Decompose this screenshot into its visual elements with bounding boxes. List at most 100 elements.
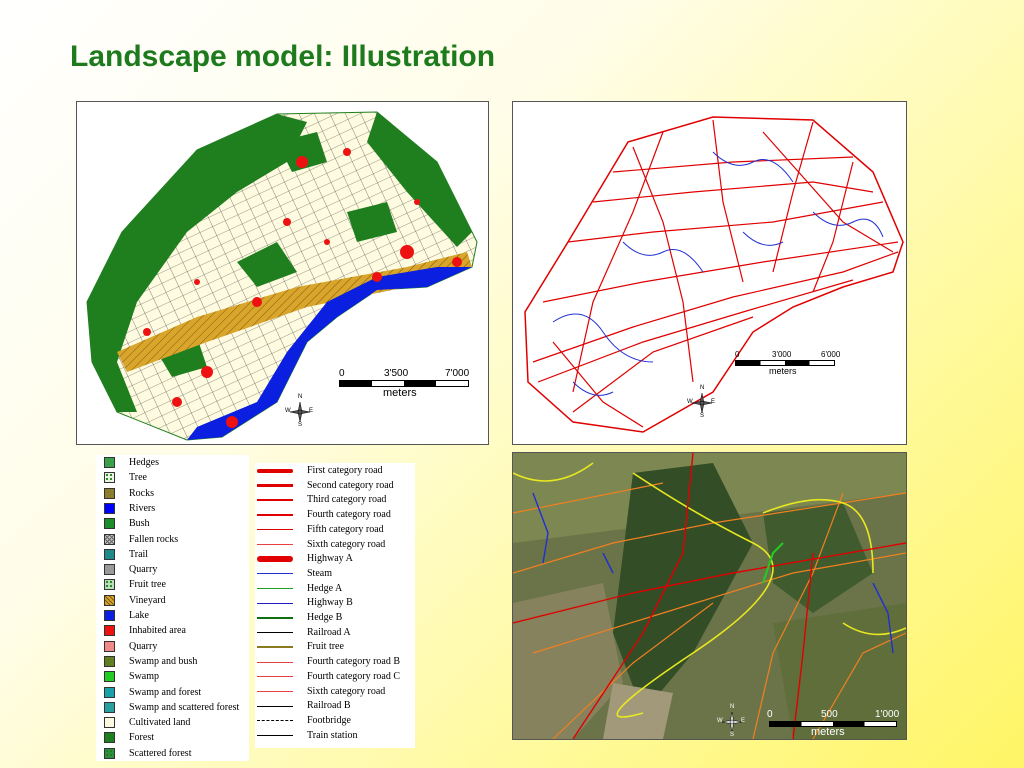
legend-label: Hedge B <box>307 612 343 623</box>
scale-tick: 1'000 <box>875 709 900 720</box>
legend-label: Steam <box>307 567 332 579</box>
legend-label: Swamp and bush <box>129 655 198 667</box>
legend-line-symbol <box>257 632 293 634</box>
scale-tick: 0 <box>735 350 740 359</box>
legend-label: Rivers <box>129 502 156 514</box>
scale-tick: 0 <box>339 368 345 379</box>
legend-label: Highway A <box>307 553 353 565</box>
aerial-scale-bar: 0 500 1'000 meters <box>765 709 905 739</box>
scale-unit: meters <box>811 726 845 738</box>
legend-label: Cultivated land <box>129 717 191 729</box>
legend-line-symbol <box>257 735 293 737</box>
roads-scale-bar: 0 3'000 6'000 meters <box>735 350 845 380</box>
aerial-map-graphic <box>513 453 906 739</box>
legend-label: Third category road <box>307 494 387 506</box>
legend-swatch <box>104 548 115 560</box>
legend-line-symbol <box>257 556 293 563</box>
legend-line-symbol <box>257 484 293 488</box>
legend-swatch <box>104 564 115 576</box>
legend-swatch <box>104 518 115 530</box>
legend-label: Fourth category road <box>307 509 391 521</box>
legend-swatch <box>104 640 115 652</box>
aerial-map: N S E W 0 500 1'000 meters <box>512 452 907 740</box>
legend-line-symbol <box>257 544 293 545</box>
legend-label: Tree <box>129 472 147 484</box>
legend-swatch <box>104 579 115 591</box>
legend-label: Sixth category road <box>307 538 386 550</box>
scale-tick: 6'000 <box>821 350 841 359</box>
legend-label: Hedge A <box>307 582 343 594</box>
legend-label: Fallen rocks <box>129 533 179 545</box>
legend-label: Sixth category road <box>307 685 386 697</box>
legend-line-symbol <box>257 529 293 531</box>
legend-swatch <box>104 472 115 484</box>
scale-unit: meters <box>383 387 417 399</box>
legend-line-symbol <box>257 499 293 502</box>
legend-line-symbol <box>257 573 293 575</box>
roads-legend: First category road Second category road T… <box>255 463 415 748</box>
legend-line-symbol <box>257 514 293 517</box>
legend-swatch <box>104 610 115 621</box>
legend-swatch <box>104 594 115 606</box>
legend-label: Fruit tree <box>307 641 344 653</box>
legend-label: Swamp and scattered forest <box>129 701 240 713</box>
legend-label: Swamp and forest <box>129 686 202 698</box>
legend-label: Hedges <box>129 457 159 468</box>
scale-unit: meters <box>769 366 797 376</box>
legend-swatch <box>104 457 115 468</box>
legend-label: Bush <box>129 518 150 530</box>
legend-line-symbol <box>257 661 293 663</box>
legend-swatch <box>104 625 115 637</box>
legend-label: Rocks <box>129 487 154 499</box>
legend-label: Fourth category road B <box>307 656 401 668</box>
legend-swatch <box>104 487 115 499</box>
legend-line-symbol <box>257 705 293 707</box>
legend-label: Railroad A <box>307 626 351 638</box>
legend-line-symbol <box>257 602 293 604</box>
legend-label: Quarry <box>129 564 158 576</box>
legend-label: Trail <box>129 548 149 560</box>
legend-line-symbol <box>257 720 293 722</box>
legend-label: Swamp <box>129 671 159 683</box>
compass-rose-icon: N S E W <box>285 394 314 428</box>
legend-line-symbol <box>257 617 293 619</box>
legend-swatch <box>104 533 115 545</box>
landuse-legend: Hedges Tree Rocks Rivers Bush Fallen rocks Tra… <box>96 455 249 761</box>
scale-tick: 3'000 <box>772 350 792 359</box>
legend-swatch <box>104 701 115 713</box>
page-title: Landscape model: Illustration <box>70 40 496 73</box>
legend-line-symbol <box>257 676 293 678</box>
legend-swatch <box>104 686 115 698</box>
legend-label: Railroad B <box>307 700 351 712</box>
legend-label: Scattered forest <box>129 747 192 759</box>
legend-label: Fruit tree <box>129 579 166 591</box>
legend-label: Footbridge <box>307 714 351 726</box>
legend-label: First category road <box>307 465 383 476</box>
scale-tick: 3'500 <box>384 368 409 379</box>
legend-line-symbol <box>257 646 293 649</box>
scale-tick: 7'000 <box>445 368 470 379</box>
compass-rose-icon: N S E W <box>687 385 716 419</box>
legend-swatch <box>104 717 115 729</box>
legend-label: Highway B <box>307 597 353 609</box>
roads-map: 0 3'000 6'000 meters N S E W <box>512 101 907 445</box>
legend-label: Second category road <box>307 479 394 491</box>
legend-label: Fifth category road <box>307 523 384 535</box>
scale-tick: 0 <box>767 709 773 720</box>
landuse-scale-bar: 0 3'500 7'000 meters <box>339 368 475 402</box>
compass-rose-icon: N S E W <box>717 704 746 738</box>
legend-label: Fourth category road C <box>307 670 401 682</box>
legend-label: Inhabited area <box>129 625 186 637</box>
legend-label: Train station <box>307 729 358 741</box>
legend-swatch <box>104 655 115 667</box>
legend-label: Forest <box>129 732 154 744</box>
legend-label: Lake <box>129 610 149 621</box>
legend-swatch <box>104 747 115 759</box>
scale-tick: 500 <box>821 709 838 720</box>
legend-swatch <box>104 502 115 514</box>
legend-swatch <box>104 732 115 744</box>
legend-label: Quarry <box>129 640 158 652</box>
landuse-map: 0 3'500 7'000 meters N S E W <box>76 101 489 445</box>
legend-label: Vineyard <box>129 594 166 606</box>
legend-line-symbol <box>257 469 293 473</box>
